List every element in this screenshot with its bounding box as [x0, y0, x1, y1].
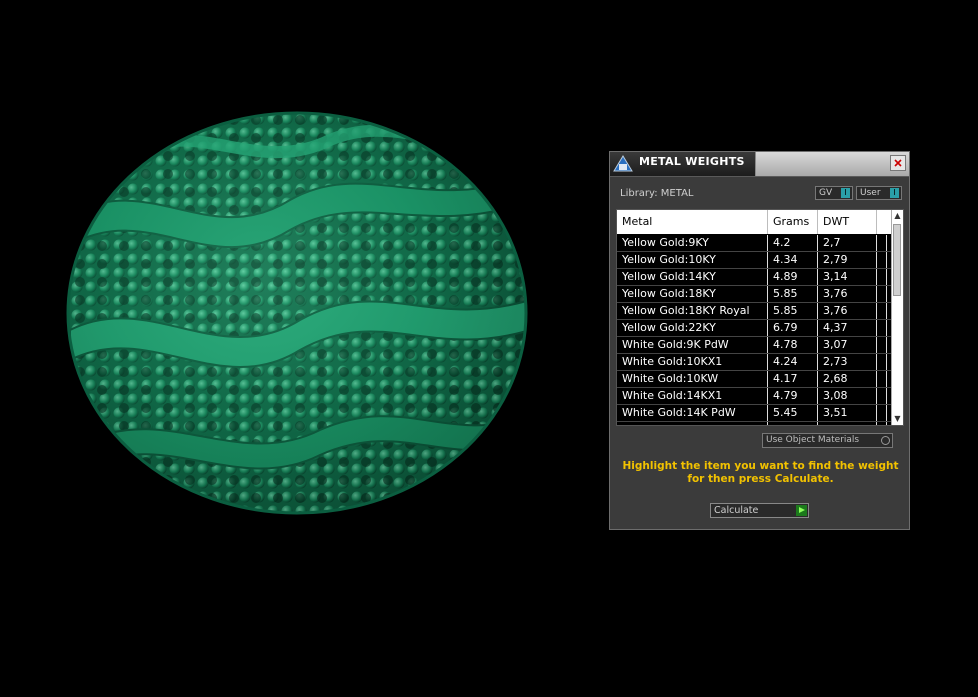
3d-viewport[interactable]	[0, 0, 600, 693]
cell-dwt: 3,07	[818, 337, 877, 353]
cell-grams: 5.85	[768, 303, 818, 319]
cell-dwt: 3,76	[818, 286, 877, 302]
column-header-metal[interactable]: Metal	[617, 210, 768, 234]
gv-toggle[interactable]: GV I	[815, 186, 853, 200]
cell-metal: Yellow Gold:14KY	[617, 269, 768, 285]
use-object-materials-toggle[interactable]: Use Object Materials	[762, 433, 893, 448]
panel-titlebar[interactable]: METAL WEIGHTS	[610, 152, 909, 177]
cell-grams: 4.24	[768, 354, 818, 370]
cell-grams: 4.78	[768, 337, 818, 353]
cell-grams: 4.79	[768, 388, 818, 404]
cell-metal: White Gold:14K PdW	[617, 405, 768, 421]
column-header-grams[interactable]: Grams	[768, 210, 818, 234]
cell-metal: Yellow Gold:22KY	[617, 320, 768, 336]
cell-dwt: 2,68	[818, 371, 877, 387]
user-toggle-label: User	[860, 188, 881, 198]
cell-spacer	[877, 252, 887, 268]
close-button[interactable]	[890, 155, 906, 171]
list-item[interactable]: White Gold:14KW4.733,05	[617, 422, 893, 425]
title-tab: METAL WEIGHTS	[610, 152, 756, 176]
library-label: Library: METAL	[620, 188, 694, 199]
list-item[interactable]: Yellow Gold:22KY 6.79 4,37	[617, 320, 893, 337]
cell-grams: 6.79	[768, 320, 818, 336]
column-header-dwt[interactable]: DWT	[818, 210, 877, 234]
list-item[interactable]: White Gold:14K PdW 5.45 3,51	[617, 405, 893, 422]
list-header: Metal Grams DWT	[617, 210, 893, 234]
cell-grams: 5.85	[768, 286, 818, 302]
metal-list[interactable]: Metal Grams DWT Yellow Gold:9KY 4.2 2,7 Yel…	[616, 209, 904, 426]
cell-spacer	[877, 286, 887, 302]
list-item[interactable]: White Gold:10KW 4.17 2,68	[617, 371, 893, 388]
cell-dwt: 3,05	[818, 422, 877, 425]
calculate-label: Calculate	[714, 505, 759, 516]
cell-grams: 4.34	[768, 252, 818, 268]
metal-weights-panel: METAL WEIGHTS Library: METAL GV I User I…	[609, 151, 910, 530]
list-item[interactable]: Yellow Gold:18KY 5.85 3,76	[617, 286, 893, 303]
list-item[interactable]: White Gold:10KX1 4.24 2,73	[617, 354, 893, 371]
cell-grams: 4.17	[768, 371, 818, 387]
use-object-materials-label: Use Object Materials	[766, 435, 860, 445]
cell-dwt: 3,08	[818, 388, 877, 404]
app-logo-icon	[613, 155, 633, 172]
list-item[interactable]: Yellow Gold:10KY 4.34 2,79	[617, 252, 893, 269]
play-icon	[796, 505, 807, 516]
cell-dwt: 3,76	[818, 303, 877, 319]
cell-dwt: 3,51	[818, 405, 877, 421]
cell-metal: Yellow Gold:9KY	[617, 235, 768, 251]
cell-spacer	[877, 235, 887, 251]
cell-spacer	[877, 337, 887, 353]
cell-dwt: 2,7	[818, 235, 877, 251]
panel-title: METAL WEIGHTS	[639, 155, 745, 168]
cell-grams: 4.2	[768, 235, 818, 251]
cell-metal: White Gold:14KW	[617, 422, 768, 425]
list-item[interactable]: Yellow Gold:14KY 4.89 3,14	[617, 269, 893, 286]
cell-spacer	[877, 405, 887, 421]
close-icon	[894, 159, 902, 167]
cell-metal: White Gold:9K PdW	[617, 337, 768, 353]
list-rows: Yellow Gold:9KY 4.2 2,7 Yellow Gold:10KY 4.3…	[617, 235, 893, 425]
cell-spacer	[877, 371, 887, 387]
cell-spacer	[877, 388, 887, 404]
cell-grams: 5.45	[768, 405, 818, 421]
scroll-down-icon[interactable]: ▼	[892, 413, 903, 425]
cell-dwt: 2,73	[818, 354, 877, 370]
cell-dwt: 2,79	[818, 252, 877, 268]
list-item[interactable]: White Gold:9K PdW 4.78 3,07	[617, 337, 893, 354]
cell-metal: Yellow Gold:10KY	[617, 252, 768, 268]
cell-spacer	[877, 422, 887, 425]
gv-toggle-knob: I	[841, 188, 850, 198]
cell-spacer	[877, 354, 887, 370]
scroll-thumb[interactable]	[893, 224, 901, 296]
cell-metal: White Gold:10KW	[617, 371, 768, 387]
cell-spacer	[877, 269, 887, 285]
cell-spacer	[877, 303, 887, 319]
cell-metal: White Gold:14KX1	[617, 388, 768, 404]
radio-icon	[881, 436, 890, 445]
gv-toggle-label: GV	[819, 188, 833, 198]
list-item[interactable]: Yellow Gold:18KY Royal 5.85 3,76	[617, 303, 893, 320]
user-toggle[interactable]: User I	[856, 186, 902, 200]
cell-spacer	[877, 320, 887, 336]
instruction-text: Highlight the item you want to find the …	[622, 460, 899, 485]
cell-dwt: 3,14	[818, 269, 877, 285]
cell-dwt: 4,37	[818, 320, 877, 336]
cell-metal: White Gold:10KX1	[617, 354, 768, 370]
cell-metal: Yellow Gold:18KY Royal	[617, 303, 768, 319]
list-item[interactable]: Yellow Gold:9KY 4.2 2,7	[617, 235, 893, 252]
cell-grams: 4.89	[768, 269, 818, 285]
list-scrollbar[interactable]: ▲ ▼	[891, 210, 903, 425]
scroll-up-icon[interactable]: ▲	[892, 210, 903, 222]
list-item[interactable]: White Gold:14KX1 4.79 3,08	[617, 388, 893, 405]
sphere-model	[66, 111, 528, 515]
user-toggle-knob: I	[890, 188, 899, 198]
cell-metal: Yellow Gold:18KY	[617, 286, 768, 302]
cell-grams: 4.73	[768, 422, 818, 425]
calculate-button[interactable]: Calculate	[710, 503, 809, 518]
